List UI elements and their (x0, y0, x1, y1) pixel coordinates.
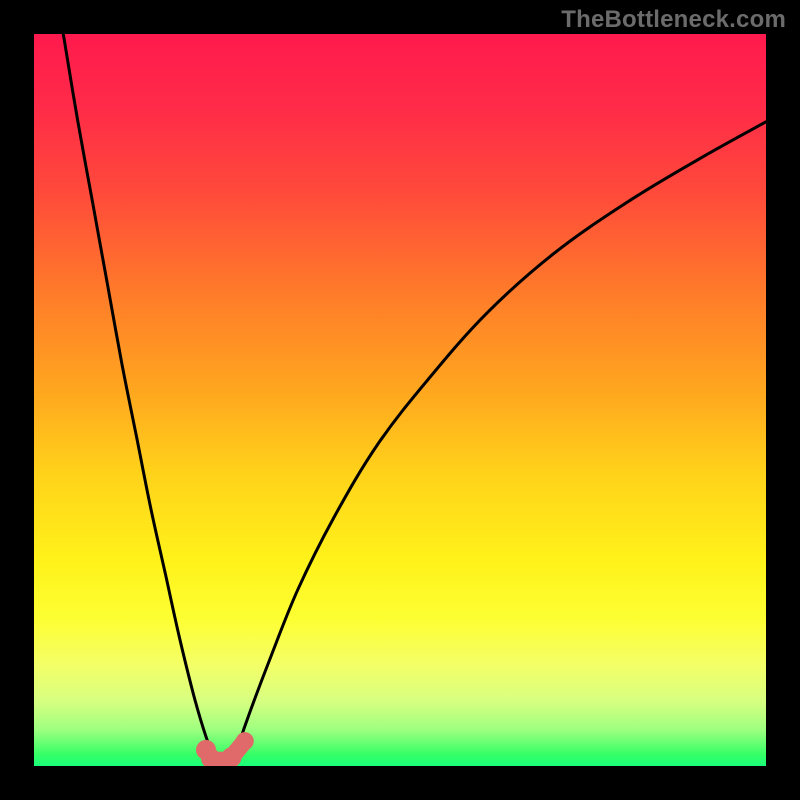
plot-area (34, 34, 766, 766)
chart-svg (34, 34, 766, 766)
marker-dot (236, 732, 254, 750)
chart-frame: TheBottleneck.com (0, 0, 800, 800)
gradient-background (34, 34, 766, 766)
watermark-text: TheBottleneck.com (561, 6, 786, 34)
